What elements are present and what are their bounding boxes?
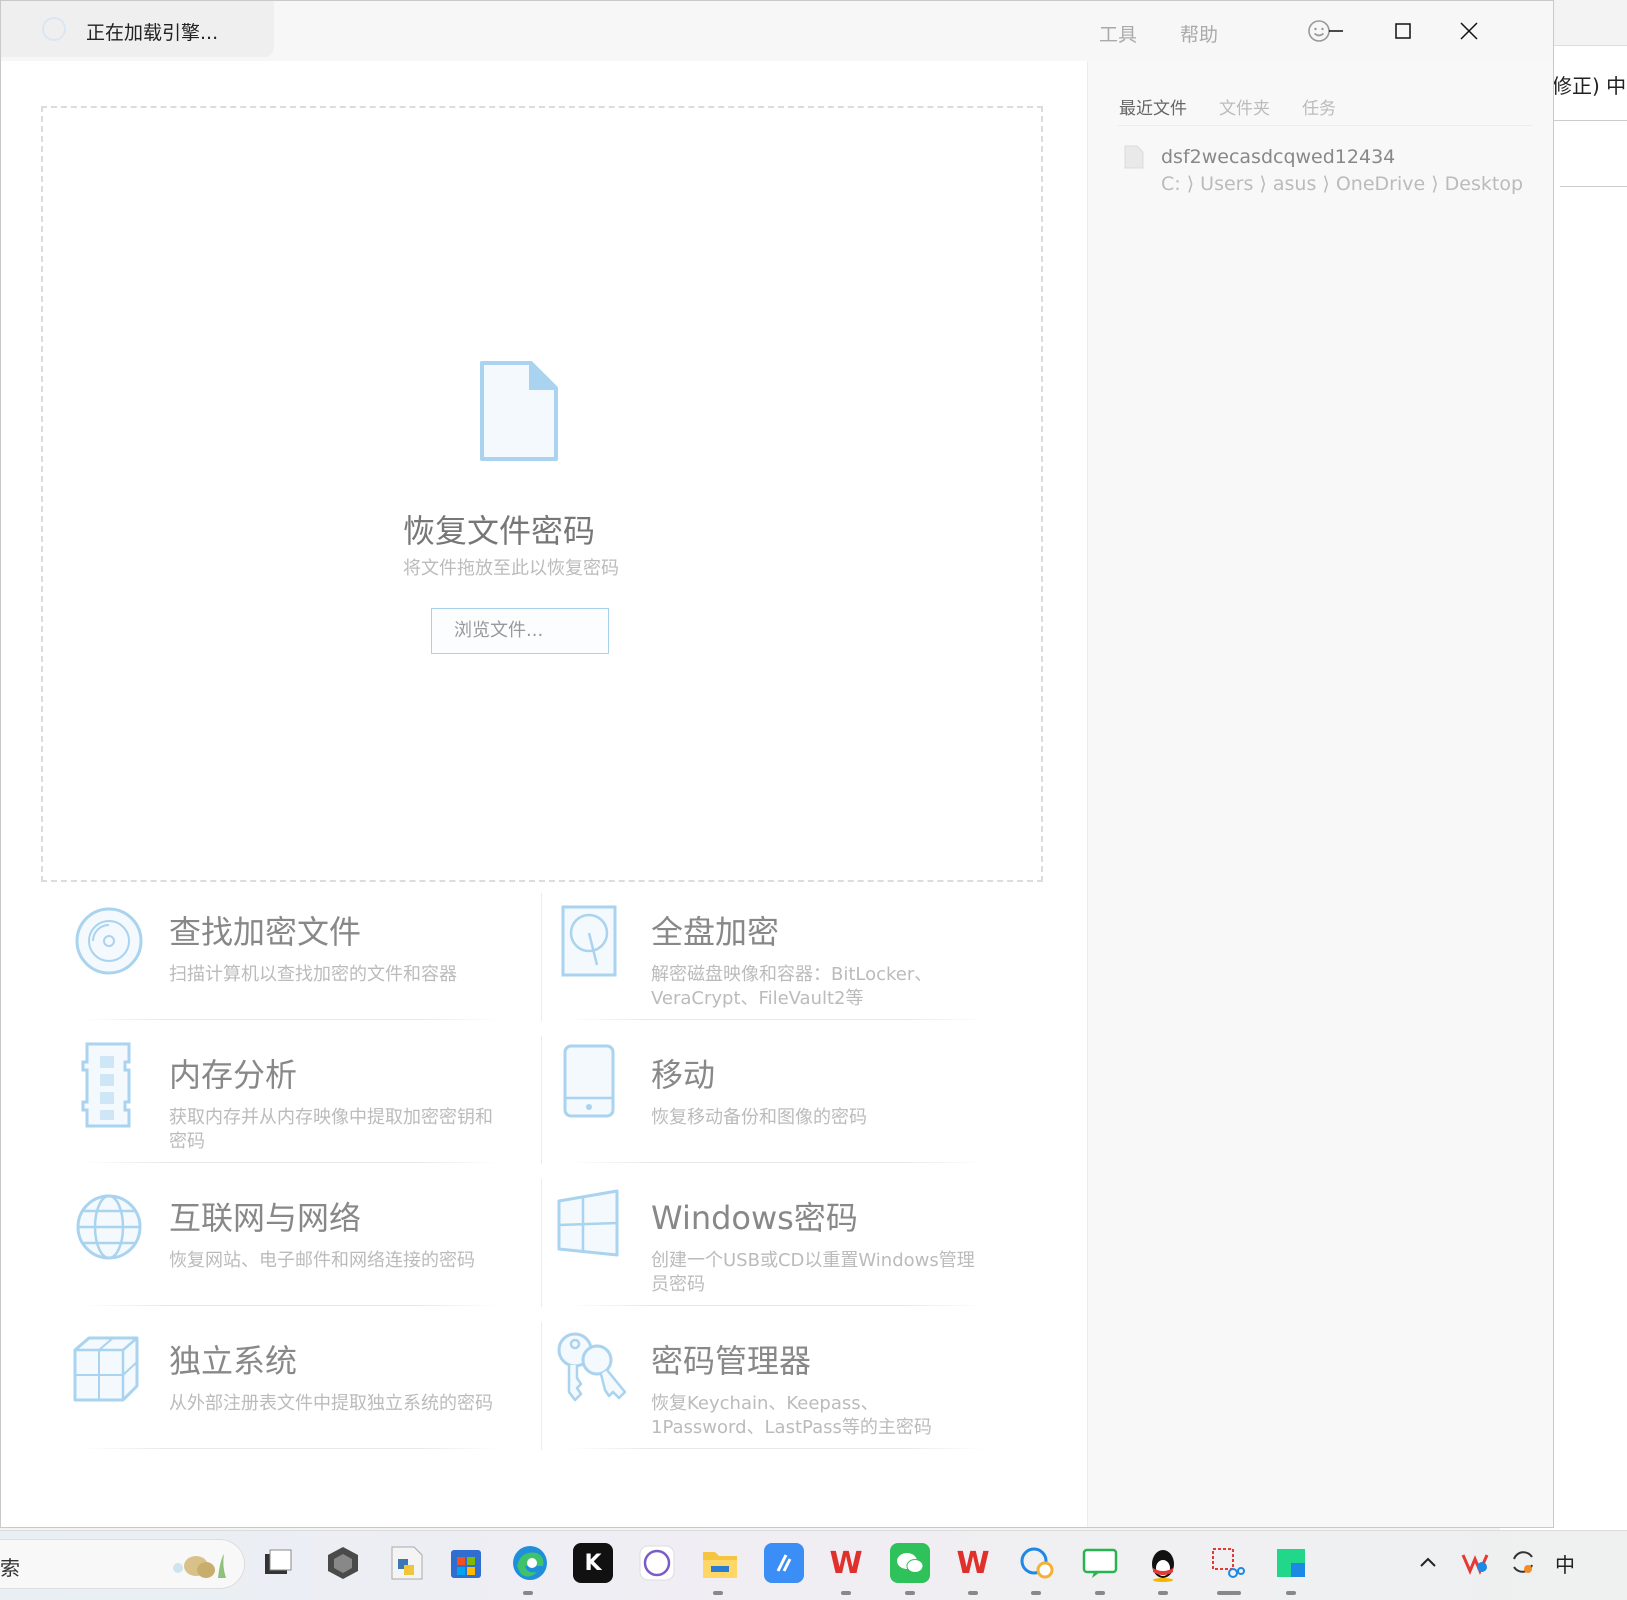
taskbar-search[interactable]: 索 — [0, 1539, 245, 1589]
menu-help[interactable]: 帮助 — [1180, 20, 1218, 47]
taskbar: 索 K W W 中 — [0, 1530, 1627, 1600]
divider — [541, 893, 542, 1021]
ime-indicator[interactable]: 中 — [1555, 1549, 1575, 1578]
running-indicator — [841, 1591, 851, 1595]
task-view-icon[interactable] — [258, 1543, 298, 1583]
feature-title: 查找加密文件 — [169, 913, 362, 951]
app-icon-blue[interactable] — [764, 1543, 804, 1583]
message-app-icon[interactable] — [1080, 1543, 1120, 1583]
edge-browser-icon[interactable] — [510, 1543, 550, 1583]
feature-memory-analysis[interactable]: 内存分析 获取内存并从内存映像中提取加密密钥和密码 — [73, 1042, 503, 1190]
feature-title: 内存分析 — [169, 1056, 298, 1094]
divider — [1560, 186, 1627, 187]
pycharm-icon[interactable] — [1271, 1543, 1311, 1583]
browse-files-button[interactable]: 浏览文件... — [431, 608, 609, 654]
disc-search-icon — [75, 907, 143, 975]
tray-app-icon[interactable] — [1460, 1547, 1490, 1577]
feature-description: 恢复移动备份和图像的密码 — [651, 1107, 867, 1128]
wps-office-icon-2[interactable]: W — [953, 1543, 993, 1583]
feature-title: 互联网与网络 — [169, 1199, 362, 1237]
background-window-text: 修正) 中 — [1552, 74, 1627, 98]
recent-file-name: dsf2wecasdcqwed12434 — [1161, 146, 1396, 168]
feature-description: 获取内存并从内存映像中提取加密密钥和密码 — [169, 1107, 493, 1152]
app-window: 正在加载引擎... 工具 帮助 恢复文件密码 将文件拖放至此以恢复密码 浏览文件… — [0, 0, 1554, 1528]
windows-logo-icon — [557, 1189, 619, 1257]
sync-icon[interactable] — [1508, 1547, 1538, 1577]
running-indicator — [1095, 1591, 1105, 1595]
file-icon — [1124, 145, 1144, 169]
hard-disk-icon — [561, 905, 617, 977]
feature-title: 移动 — [651, 1056, 716, 1094]
feature-find-encrypted-files[interactable]: 查找加密文件 扫描计算机以查找加密的文件和容器 — [73, 899, 503, 1047]
chevron-up-icon[interactable] — [1418, 1555, 1438, 1569]
running-indicator — [1158, 1591, 1168, 1595]
wps-office-icon[interactable]: W — [826, 1543, 866, 1583]
close-button[interactable] — [1449, 15, 1489, 47]
app-icon-python-editor[interactable] — [387, 1543, 427, 1583]
minimize-button[interactable] — [1316, 15, 1356, 47]
drop-zone-title: 恢复文件密码 — [403, 512, 596, 550]
app-icon-unity[interactable] — [323, 1543, 363, 1583]
window-tab[interactable]: 正在加载引擎... — [1, 1, 274, 57]
feature-mobile[interactable]: 移动 恢复移动备份和图像的密码 — [555, 1042, 985, 1190]
right-panel: 最近文件 文件夹 任务 dsf2wecasdcqwed12434 C: ⟩ Us… — [1087, 61, 1553, 1527]
globe-icon — [76, 1194, 142, 1260]
search-highlight-image — [173, 1554, 226, 1578]
maximize-button[interactable] — [1383, 15, 1423, 47]
file-explorer-icon[interactable] — [700, 1543, 740, 1583]
divider — [541, 1322, 542, 1450]
loading-spinner-icon — [42, 17, 66, 41]
tab-folders[interactable]: 文件夹 — [1219, 94, 1270, 119]
menu-tools[interactable]: 工具 — [1099, 20, 1137, 47]
search-text: 索 — [0, 1556, 20, 1580]
microsoft-store-icon[interactable] — [446, 1543, 486, 1583]
running-indicator — [713, 1591, 723, 1595]
feature-description: 恢复Keychain、Keepass、1Password、LastPass等的主… — [651, 1393, 932, 1438]
recent-file-path: C: ⟩ Users ⟩ asus ⟩ OneDrive ⟩ Desktop — [1161, 173, 1524, 195]
document-icon — [480, 361, 558, 461]
feature-title: Windows密码 — [651, 1199, 858, 1237]
feature-description: 解密磁盘映像和容器：BitLocker、VeraCrypt、FileVault2… — [651, 964, 933, 1009]
wechat-icon[interactable] — [890, 1543, 930, 1583]
feature-windows-password[interactable]: Windows密码 创建一个USB或CD以重置Windows管理员密码 — [555, 1185, 985, 1333]
chat-search-icon[interactable] — [1016, 1543, 1056, 1583]
app-icon-k[interactable]: K — [573, 1543, 613, 1583]
feature-description: 创建一个USB或CD以重置Windows管理员密码 — [651, 1250, 975, 1295]
feature-description: 从外部注册表文件中提取独立系统的密码 — [169, 1393, 493, 1414]
running-indicator — [523, 1591, 533, 1595]
divider — [1118, 125, 1532, 126]
title-bar: 正在加载引擎... 工具 帮助 — [1, 1, 1553, 61]
app-icon-circle[interactable] — [637, 1543, 677, 1583]
feature-description: 扫描计算机以查找加密的文件和容器 — [169, 964, 457, 985]
qq-icon[interactable] — [1143, 1543, 1183, 1583]
divider — [541, 1179, 542, 1307]
cubes-icon — [73, 1336, 139, 1402]
divider — [541, 1036, 542, 1164]
keys-icon — [557, 1332, 627, 1402]
mobile-phone-icon — [563, 1044, 615, 1118]
running-indicator — [1217, 1591, 1241, 1595]
main-content: 恢复文件密码 将文件拖放至此以恢复密码 浏览文件... 查找加密文件 扫描计算机… — [1, 61, 1087, 1527]
feature-full-disk-encryption[interactable]: 全盘加密 解密磁盘映像和容器：BitLocker、VeraCrypt、FileV… — [555, 899, 985, 1047]
running-indicator — [905, 1591, 915, 1595]
running-indicator — [1286, 1591, 1296, 1595]
tab-recent-files[interactable]: 最近文件 — [1119, 94, 1187, 119]
feature-description: 恢复网站、电子邮件和网络连接的密码 — [169, 1250, 475, 1271]
snipping-tool-icon[interactable] — [1207, 1543, 1247, 1583]
tab-tasks[interactable]: 任务 — [1302, 94, 1336, 119]
window-title: 正在加载引擎... — [86, 22, 219, 44]
feature-standalone-system[interactable]: 独立系统 从外部注册表文件中提取独立系统的密码 — [73, 1328, 503, 1476]
drop-zone-subtitle: 将文件拖放至此以恢复密码 — [403, 558, 619, 579]
feature-title: 密码管理器 — [651, 1342, 812, 1380]
memory-chip-icon — [81, 1042, 131, 1128]
feature-internet-network[interactable]: 互联网与网络 恢复网站、电子邮件和网络连接的密码 — [73, 1185, 503, 1333]
running-indicator — [968, 1591, 978, 1595]
feature-password-manager[interactable]: 密码管理器 恢复Keychain、Keepass、1Password、LastP… — [555, 1328, 985, 1476]
feature-title: 全盘加密 — [651, 913, 780, 951]
file-drop-zone[interactable]: 恢复文件密码 将文件拖放至此以恢复密码 浏览文件... — [41, 106, 1043, 882]
feature-title: 独立系统 — [169, 1342, 298, 1380]
running-indicator — [1031, 1591, 1041, 1595]
